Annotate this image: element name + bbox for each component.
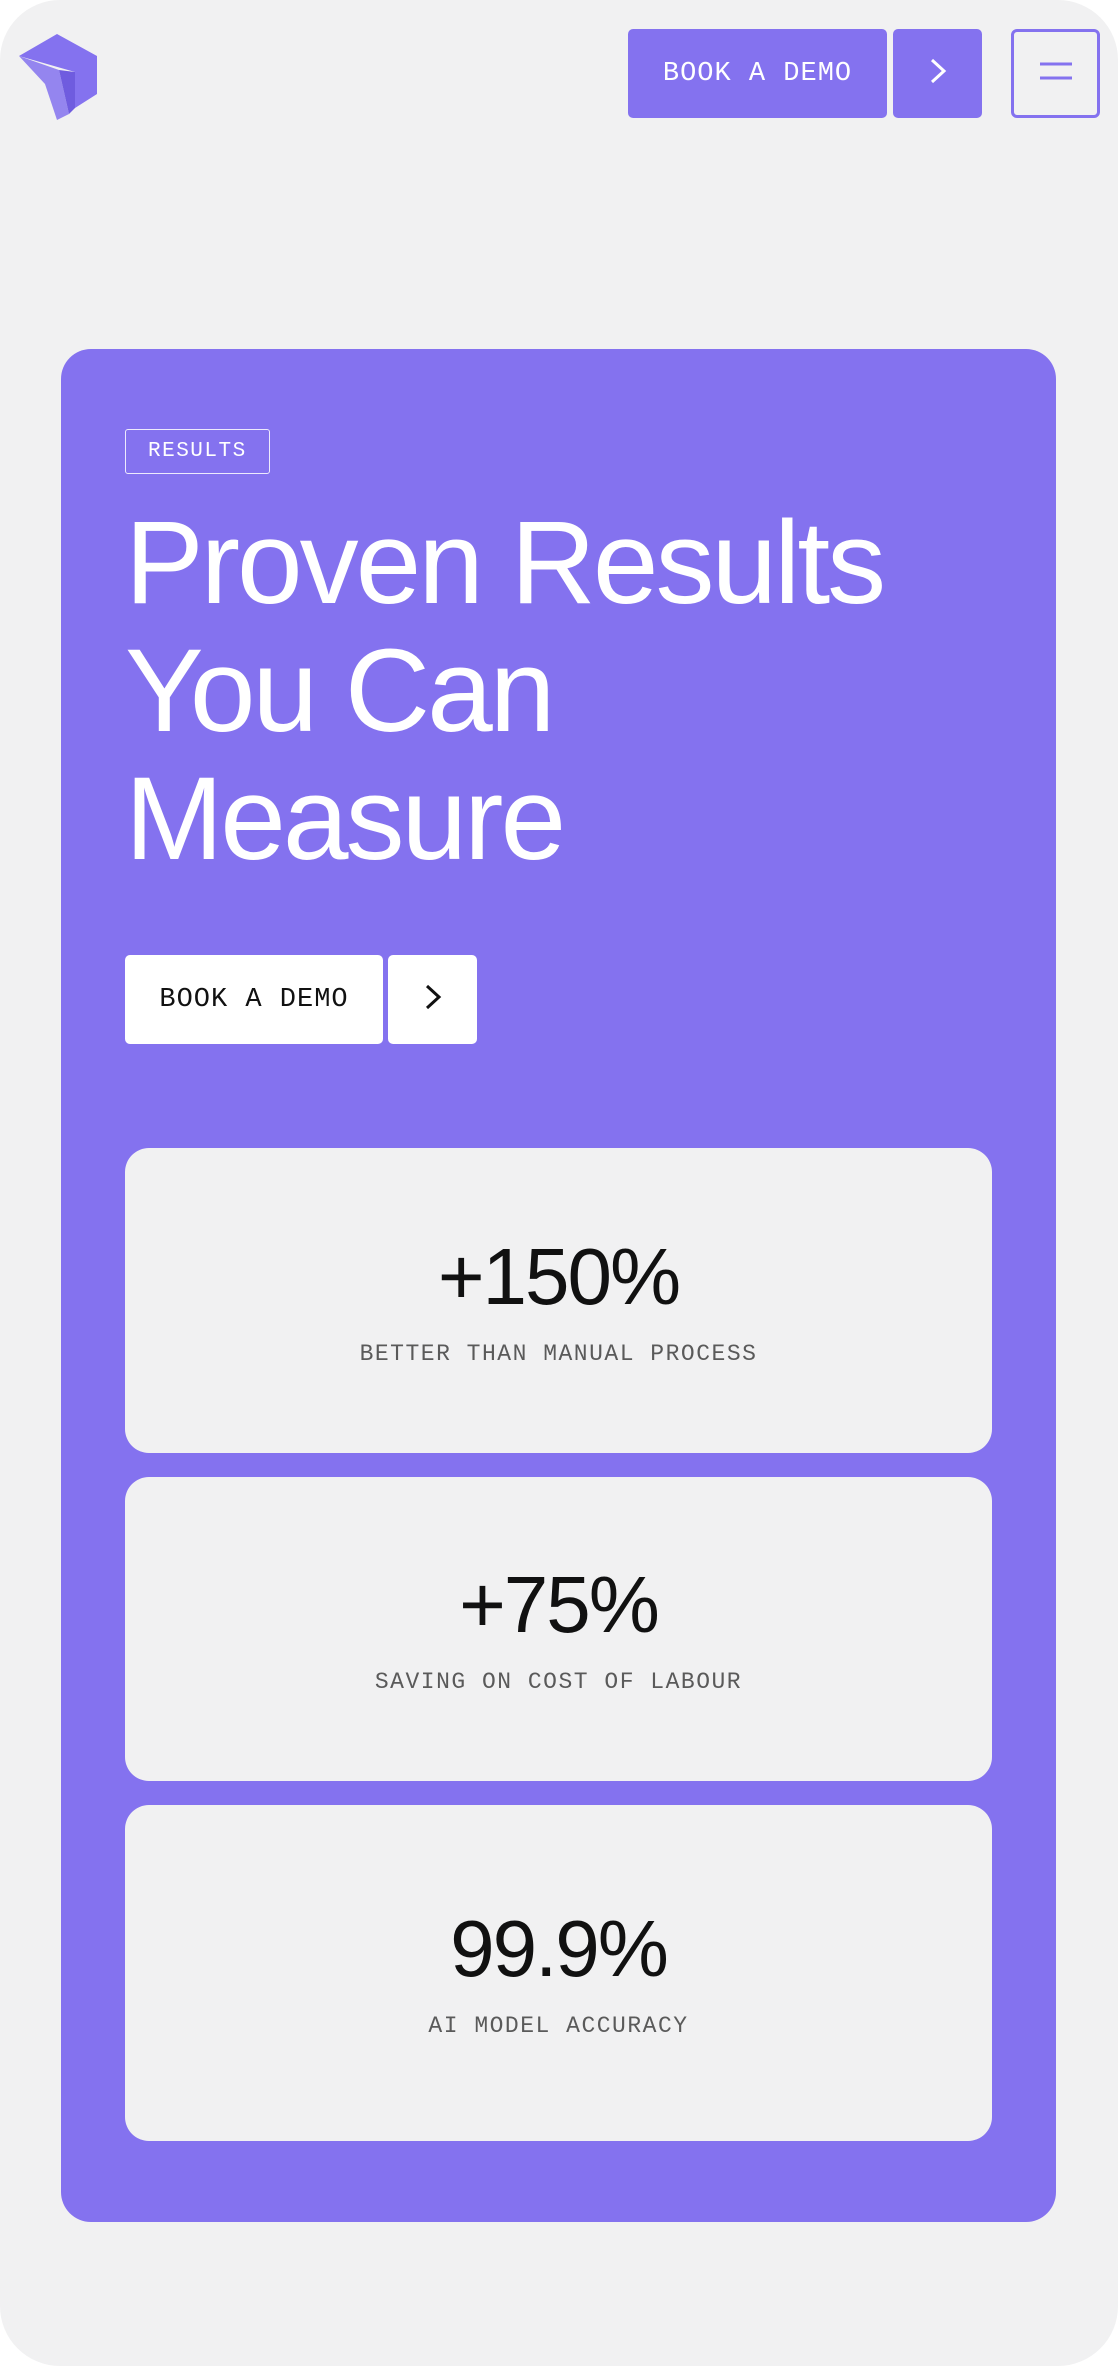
stat-label: SAVING ON COST OF LABOUR	[374, 1669, 743, 1695]
chevron-right-icon	[421, 982, 445, 1017]
stat-card: +150% BETTER THAN MANUAL PROCESS	[125, 1148, 992, 1453]
hero-book-demo-arrow-button[interactable]	[388, 955, 477, 1044]
heading-line: Measure	[125, 753, 566, 885]
hero-cta: BOOK A DEMO	[125, 955, 477, 1044]
heading-line: You Can	[125, 625, 555, 757]
stat-label: AI MODEL ACCURACY	[428, 2013, 689, 2039]
stat-value: +75%	[459, 1560, 660, 1649]
menu-button[interactable]	[1011, 29, 1100, 118]
chevron-right-icon	[926, 56, 950, 91]
results-badge: RESULTS	[125, 429, 270, 474]
page: BOOK A DEMO RESULTS Proven Results You C…	[0, 0, 1118, 2366]
heading-line: Proven Results	[125, 497, 886, 629]
hero-book-demo-button[interactable]: BOOK A DEMO	[125, 955, 383, 1044]
book-demo-button[interactable]: BOOK A DEMO	[628, 29, 887, 118]
stat-card: +75% SAVING ON COST OF LABOUR	[125, 1477, 992, 1781]
stat-value: 99.9%	[450, 1904, 669, 1993]
menu-icon	[1038, 56, 1074, 91]
stat-card: 99.9% AI MODEL ACCURACY	[125, 1805, 992, 2141]
stat-value: +150%	[437, 1231, 681, 1321]
brand-logo-icon[interactable]	[15, 28, 101, 120]
page-title: Proven Results You Can Measure	[125, 499, 1025, 883]
header-cta: BOOK A DEMO	[628, 29, 982, 118]
stat-label: BETTER THAN MANUAL PROCESS	[359, 1340, 758, 1367]
book-demo-arrow-button[interactable]	[893, 29, 982, 118]
results-card: RESULTS Proven Results You Can Measure B…	[61, 349, 1056, 2222]
